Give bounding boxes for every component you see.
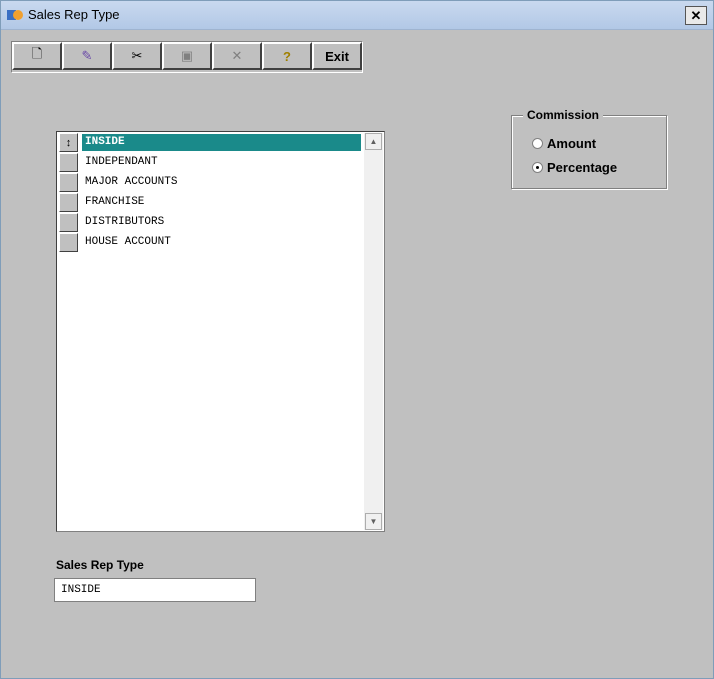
sales-rep-type-list[interactable]: ↕ INSIDE INDEPENDANT MAJOR ACCOUNTS FRAN… bbox=[56, 131, 385, 532]
save-icon: ▣ bbox=[180, 48, 194, 63]
sales-rep-type-label: Sales Rep Type bbox=[56, 558, 144, 572]
commission-group: Commission Amount Percentage bbox=[511, 108, 667, 189]
delete-button[interactable]: ✕ bbox=[212, 42, 262, 70]
exit-button[interactable]: Exit bbox=[312, 42, 362, 70]
scroll-up-button[interactable]: ▲ bbox=[365, 133, 382, 150]
chevron-up-icon: ▲ bbox=[369, 137, 378, 146]
edit-button[interactable]: ✎ bbox=[62, 42, 112, 70]
title-bar[interactable]: Sales Rep Type ✕ bbox=[1, 1, 713, 30]
sales-rep-type-window: Sales Rep Type ✕ 🗋 ✎ ✂ ▣ ✕ ? Exit ↕ INSI… bbox=[0, 0, 714, 679]
row-selector[interactable] bbox=[59, 193, 78, 212]
list-item[interactable]: HOUSE ACCOUNT bbox=[57, 232, 361, 252]
help-button[interactable]: ? bbox=[262, 42, 312, 70]
amount-radio[interactable]: Amount bbox=[532, 136, 596, 151]
percentage-label: Percentage bbox=[547, 160, 618, 175]
radio-checked-icon bbox=[532, 162, 543, 173]
commission-legend: Commission bbox=[523, 108, 604, 122]
row-selector[interactable] bbox=[59, 233, 78, 252]
new-button[interactable]: 🗋 bbox=[12, 42, 62, 70]
list-item-label: HOUSE ACCOUNT bbox=[85, 236, 171, 248]
row-selector[interactable]: ↕ bbox=[59, 133, 78, 152]
close-button[interactable]: ✕ bbox=[685, 6, 707, 25]
vertical-scrollbar[interactable]: ▲ ▼ bbox=[364, 133, 383, 530]
list-item-label: DISTRIBUTORS bbox=[85, 216, 165, 228]
list-item[interactable]: FRANCHISE bbox=[57, 192, 361, 212]
new-document-icon: 🗋 bbox=[31, 46, 43, 61]
close-icon: ✕ bbox=[690, 7, 702, 23]
list-item[interactable]: MAJOR ACCOUNTS bbox=[57, 172, 361, 192]
sales-rep-type-input[interactable]: INSIDE bbox=[54, 578, 256, 602]
app-logo-icon bbox=[7, 10, 23, 20]
exit-label: Exit bbox=[325, 48, 349, 64]
chevron-down-icon: ▼ bbox=[369, 517, 378, 526]
percentage-radio[interactable]: Percentage bbox=[532, 160, 617, 175]
row-selector[interactable] bbox=[59, 213, 78, 232]
edit-icon: ✎ bbox=[81, 48, 93, 63]
list-item-label: INSIDE bbox=[82, 134, 361, 151]
radio-unchecked-icon bbox=[532, 138, 543, 149]
list-item[interactable]: DISTRIBUTORS bbox=[57, 212, 361, 232]
list-item[interactable]: ↕ INSIDE bbox=[57, 132, 361, 152]
help-icon: ? bbox=[283, 48, 291, 64]
scissors-icon: ✂ bbox=[131, 48, 143, 63]
list-item[interactable]: INDEPENDANT bbox=[57, 152, 361, 172]
cut-button[interactable]: ✂ bbox=[112, 42, 162, 70]
toolbar: 🗋 ✎ ✂ ▣ ✕ ? Exit bbox=[11, 41, 363, 73]
list-item-label: MAJOR ACCOUNTS bbox=[85, 176, 178, 188]
delete-x-icon: ✕ bbox=[231, 48, 243, 63]
scroll-down-button[interactable]: ▼ bbox=[365, 513, 382, 530]
amount-label: Amount bbox=[547, 136, 597, 151]
list-item-label: INDEPENDANT bbox=[85, 156, 158, 168]
list-item-label: FRANCHISE bbox=[85, 196, 145, 208]
row-selector[interactable] bbox=[59, 153, 78, 172]
window-title: Sales Rep Type bbox=[28, 7, 120, 22]
save-button[interactable]: ▣ bbox=[162, 42, 212, 70]
row-selector[interactable] bbox=[59, 173, 78, 192]
record-marker-icon: ↕ bbox=[65, 136, 72, 149]
